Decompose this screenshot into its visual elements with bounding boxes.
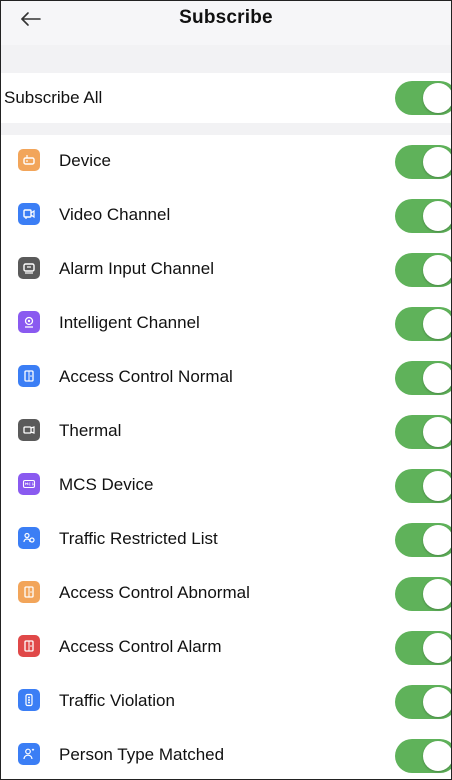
list-item: Traffic Violation [1,675,451,729]
item-label: Video Channel [59,205,171,224]
subscription-toggle[interactable] [395,415,451,449]
subscription-toggle[interactable] [395,361,451,395]
toggle-knob [423,147,451,177]
list-item: MCS Device [1,459,451,513]
item-label: Person Type Matched [59,745,225,764]
toggle-knob [423,579,451,609]
traffic-light-icon [18,689,40,711]
item-label: Thermal [59,421,122,440]
toggle-knob [423,83,451,113]
item-label: Intelligent Channel [59,313,200,332]
toggle-knob [423,471,451,501]
subscription-toggle[interactable] [395,739,451,773]
list-item: Intelligent Channel [1,297,451,351]
mcs-device-icon [18,473,40,495]
subscription-toggle[interactable] [395,145,451,179]
item-label: Traffic Restricted List [59,529,218,548]
subscription-toggle[interactable] [395,199,451,233]
toggle-knob [423,741,451,771]
device-icon [18,149,40,171]
page-title: Subscribe [179,7,273,28]
people-icon [18,527,40,549]
list-item: Thermal [1,405,451,459]
subscription-toggle[interactable] [395,253,451,287]
list-item: Device [1,135,451,189]
toggle-knob [423,633,451,663]
alarm-input-icon [18,257,40,279]
toggle-knob [423,363,451,393]
toggle-knob [423,417,451,447]
subscription-toggle[interactable] [395,685,451,719]
toggle-knob [423,687,451,717]
subscribe-all-row: Subscribe All [1,73,451,123]
subscription-toggle[interactable] [395,577,451,611]
subscribe-screen: Subscribe Subscribe All Device Video Chan… [0,0,452,780]
list-item: Access Control Normal [1,351,451,405]
door-icon [18,365,40,387]
thermal-camera-icon [18,419,40,441]
subscription-toggle[interactable] [395,469,451,503]
door-icon [18,635,40,657]
item-label: Access Control Abnormal [59,583,250,602]
item-label: Device [59,151,111,170]
subscription-toggle[interactable] [395,631,451,665]
person-icon [18,743,40,765]
subscription-toggle[interactable] [395,307,451,341]
item-label: Alarm Input Channel [59,259,214,278]
toggle-knob [423,309,451,339]
header: Subscribe [1,1,451,45]
list-item: Person Type Matched [1,729,451,779]
list-item: Video Channel [1,189,451,243]
toggle-knob [423,255,451,285]
intelligent-channel-icon [18,311,40,333]
list-item: Traffic Restricted List [1,513,451,567]
toggle-knob [423,525,451,555]
list-item: Alarm Input Channel [1,243,451,297]
item-label: Access Control Alarm [59,637,222,656]
subscribe-all-toggle[interactable] [395,81,451,115]
item-label: Traffic Violation [59,691,175,710]
video-channel-icon [18,203,40,225]
item-label: Access Control Normal [59,367,233,386]
toggle-knob [423,201,451,231]
subscription-list: Device Video Channel Alarm Input Channel In… [1,135,451,779]
item-label: MCS Device [59,475,154,494]
subscribe-all-label: Subscribe All [4,88,103,107]
list-item: Access Control Alarm [1,621,451,675]
door-icon [18,581,40,603]
subscription-toggle[interactable] [395,523,451,557]
list-item: Access Control Abnormal [1,567,451,621]
